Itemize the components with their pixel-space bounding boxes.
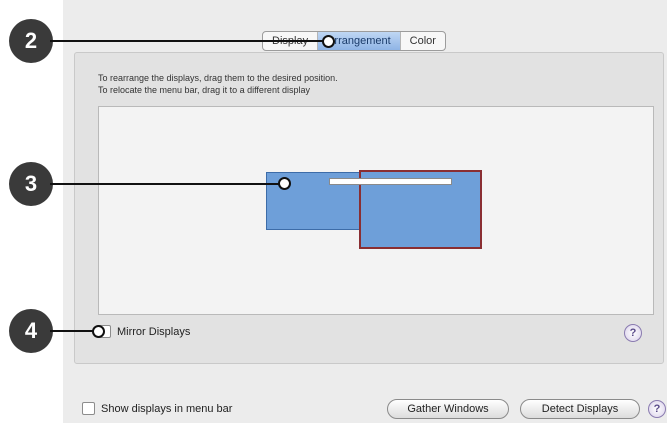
window-help-icon[interactable]: ? xyxy=(648,400,666,418)
callout-badge-2: 2 xyxy=(9,19,53,63)
menu-bar-handle[interactable] xyxy=(329,178,452,185)
show-displays-label: Show displays in menu bar xyxy=(101,402,233,415)
callout-leader-3 xyxy=(50,183,280,185)
show-displays-checkbox[interactable] xyxy=(82,402,95,415)
tab-color[interactable]: Color xyxy=(399,32,445,50)
callout-leader-4 xyxy=(50,330,97,332)
detect-displays-button[interactable]: Detect Displays xyxy=(520,399,640,419)
callout-pointer-2 xyxy=(322,35,335,48)
instruction-line-2: To relocate the menu bar, drag it to a d… xyxy=(98,85,310,95)
callout-pointer-4 xyxy=(92,325,105,338)
panel-help-icon[interactable]: ? xyxy=(624,324,642,342)
mirror-displays-label: Mirror Displays xyxy=(117,325,191,338)
mirror-displays-option[interactable]: Mirror Displays xyxy=(98,325,190,338)
callout-badge-4: 4 xyxy=(9,309,53,353)
instruction-line-1: To rearrange the displays, drag them to … xyxy=(98,73,338,83)
callout-leader-2 xyxy=(50,40,323,42)
callout-pointer-3 xyxy=(278,177,291,190)
callout-badge-3: 3 xyxy=(9,162,53,206)
instructions: To rearrange the displays, drag them to … xyxy=(98,72,338,96)
gather-windows-button[interactable]: Gather Windows xyxy=(387,399,509,419)
show-displays-option[interactable]: Show displays in menu bar xyxy=(82,402,232,415)
